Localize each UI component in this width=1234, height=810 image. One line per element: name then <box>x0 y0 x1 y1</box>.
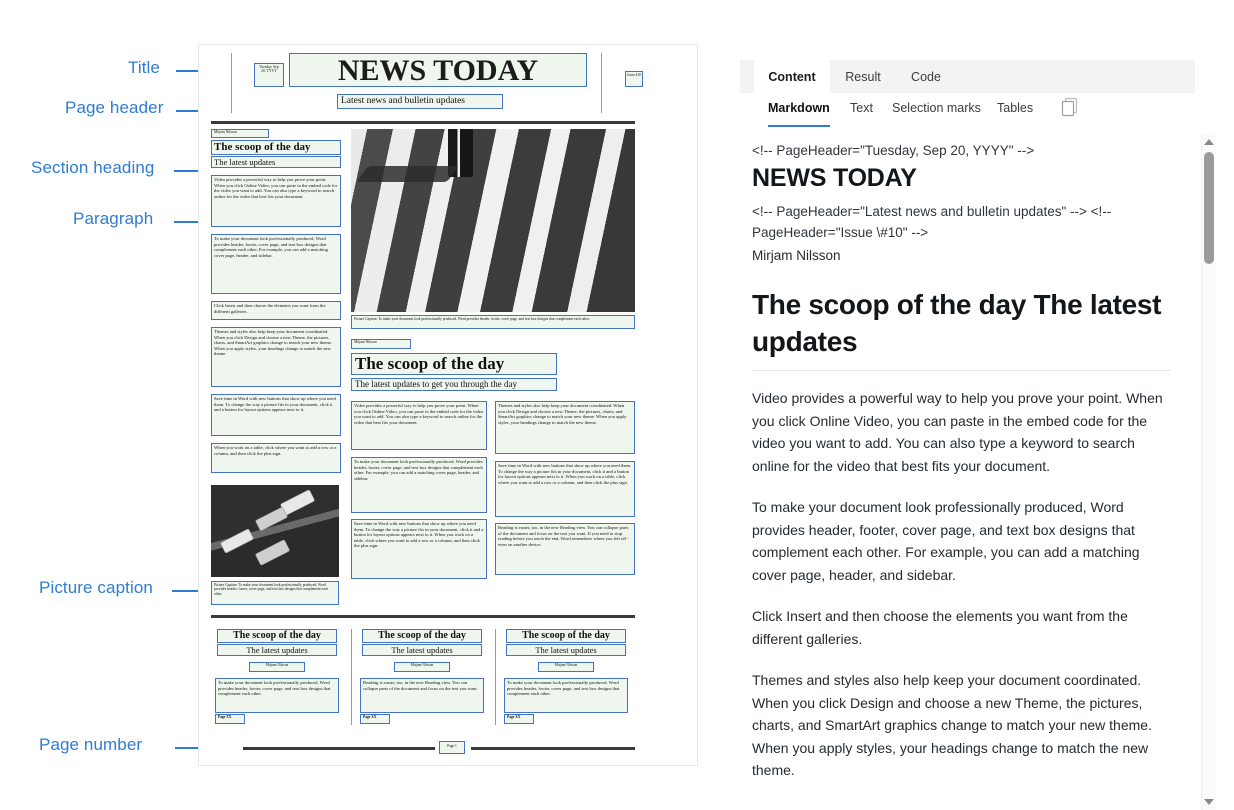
subtab-tables[interactable]: Tables <box>997 93 1033 123</box>
sub-tab-strip: Markdown Text Selection marks Tables <box>740 93 1195 129</box>
caret-up-icon <box>1204 139 1214 145</box>
document-page: Tuesday, Sep 20, YYYY NEWS TODAY Latest … <box>198 44 698 766</box>
tab-code[interactable]: Code <box>896 60 956 93</box>
subtab-text[interactable]: Text <box>850 93 873 123</box>
tab-content-label: Content <box>768 69 816 84</box>
doc-masthead-title: NEWS TODAY <box>289 53 587 87</box>
doc-section1-subheading: The latest updates <box>211 156 341 168</box>
doc-bottom-col3-author: Mirjam Nilsson <box>538 662 594 672</box>
doc-section2-right-paragraph-2: Save time in Word with new buttons that … <box>495 461 635 517</box>
subtab-markdown-label: Markdown <box>768 101 830 115</box>
doc-section2-heading: The scoop of the day <box>351 353 557 375</box>
doc-section1-paragraph-3: Click Insert and then choose the element… <box>211 301 341 320</box>
doc-bottom-col1-subheading: The latest updates <box>217 644 337 656</box>
doc-crosswalk-photo <box>351 129 635 312</box>
tab-result-label: Result <box>845 69 881 84</box>
annotated-document-preview: Title Page header Section heading Paragr… <box>0 0 740 810</box>
doc-bottom-col3-page-label: Page XX <box>504 714 534 724</box>
tab-strip: Content Result Code <box>740 60 1195 94</box>
doc-bottom-col1-author: Mirjam Nilsson <box>249 662 305 672</box>
masthead-left-rule <box>231 53 232 113</box>
markdown-content-scroll-area[interactable]: <!-- PageHeader="Tuesday, Sep 20, YYYY" … <box>740 134 1195 810</box>
content-scrollbar[interactable] <box>1201 134 1216 810</box>
doc-road-photo <box>211 485 339 577</box>
tab-code-label: Code <box>911 69 941 84</box>
scroll-down-button[interactable] <box>1203 796 1215 808</box>
annotation-label-page-header: Page header <box>65 98 164 117</box>
scroll-up-button[interactable] <box>1203 136 1215 148</box>
doc-section1-paragraph-6: When you work on a table, click where yo… <box>211 443 341 473</box>
doc-bottom-col3-subheading: The latest updates <box>506 644 626 656</box>
annotation-label-title: Title <box>128 58 160 77</box>
doc-column-rule-1 <box>351 629 352 725</box>
copy-icon[interactable] <box>1060 97 1080 124</box>
doc-bottom-col1-page-label: Page XX <box>215 714 245 724</box>
doc-section2-subheading: The latest updates to get you through th… <box>351 378 557 391</box>
tab-content[interactable]: Content <box>754 60 830 93</box>
markdown-paragraph-3: Click Insert and then choose the element… <box>752 608 1128 647</box>
doc-bottom-col2-author: Mirjam Nilsson <box>394 662 450 672</box>
markdown-comment-pageheader-date: <!-- PageHeader="Tuesday, Sep 20, YYYY" … <box>752 143 1035 158</box>
doc-section2-right-paragraph-3: Reading is easier, too, in the new Readi… <box>495 523 635 575</box>
markdown-paragraph-2: To make your document look professionall… <box>752 499 1140 583</box>
scrollbar-thumb[interactable] <box>1204 152 1214 264</box>
tab-result[interactable]: Result <box>830 60 896 93</box>
annotation-label-page-number: Page number <box>39 735 143 754</box>
doc-bottom-col2-subheading: The latest updates <box>362 644 482 656</box>
doc-header-date: Tuesday, Sep 20, YYYY <box>254 63 284 87</box>
markdown-paragraph-4: Themes and styles also help keep your do… <box>752 672 1152 778</box>
doc-section1-author: Mirjam Nilsson <box>211 129 269 138</box>
doc-header-issue: Issue #10 <box>625 71 643 87</box>
annotation-label-section-heading: Section heading <box>31 158 155 177</box>
doc-bottom-col2-body: Reading is easier, too, in the new Readi… <box>360 678 484 713</box>
doc-top-divider <box>211 121 635 124</box>
masthead-right-rule <box>601 53 602 113</box>
doc-bottom-col1-body: To make your document look professionall… <box>215 678 339 713</box>
doc-section1-paragraph-2: To make your document look professionall… <box>211 234 341 294</box>
doc-section2-picture-caption: Picture Caption: To make your document l… <box>211 581 339 605</box>
doc-column-rule-2 <box>495 629 496 725</box>
doc-bottom-col2-heading: The scoop of the day <box>362 629 482 643</box>
doc-footer-rule-left <box>243 747 435 750</box>
doc-bottom-col2-page-label: Page XX <box>360 714 390 724</box>
doc-section1-paragraph-5: Save time in Word with new buttons that … <box>211 394 341 436</box>
subtab-text-label: Text <box>850 101 873 115</box>
markdown-h2-scoop: The scoop of the day The latest updates <box>752 289 1162 357</box>
doc-bottom-col3-heading: The scoop of the day <box>506 629 626 643</box>
markdown-author: Mirjam Nilsson <box>752 248 841 263</box>
doc-section1-heading: The scoop of the day <box>211 140 341 155</box>
markdown-h1-news-today: NEWS TODAY <box>752 164 917 192</box>
subtab-selection-marks[interactable]: Selection marks <box>892 93 981 123</box>
markdown-paragraph-1: Video provides a powerful way to help yo… <box>752 390 1163 474</box>
markdown-content: <!-- PageHeader="Tuesday, Sep 20, YYYY" … <box>740 134 1195 782</box>
doc-section2-author: Mirjam Nilsson <box>351 339 411 349</box>
doc-section1-paragraph-4: Themes and styles also help keep your do… <box>211 327 341 387</box>
doc-section2-left-paragraph-2: To make your document look professionall… <box>351 457 487 513</box>
doc-section1-paragraph-1: Video provides a powerful way to help yo… <box>211 175 341 227</box>
doc-footer-page-number: Page 1 <box>439 741 465 754</box>
doc-section2-left-paragraph-3: Save time in Word with new buttons that … <box>351 519 487 579</box>
results-panel: Content Result Code Markdown Text Select… <box>740 42 1234 810</box>
subtab-selection-marks-label: Selection marks <box>892 101 981 115</box>
subtab-markdown[interactable]: Markdown <box>768 93 830 127</box>
doc-section1-picture-caption: Picture Caption: To make your document l… <box>351 315 635 329</box>
doc-section2-right-paragraph-1: Themes and styles also help keep your do… <box>495 401 635 454</box>
annotation-label-paragraph: Paragraph <box>73 209 154 228</box>
doc-footer-rule-right <box>471 747 635 750</box>
caret-down-icon <box>1204 799 1214 805</box>
markdown-comment-pageheader-subtitle-issue: <!-- PageHeader="Latest news and bulleti… <box>752 204 1112 240</box>
doc-bottom-divider <box>211 615 635 618</box>
doc-bottom-col1-heading: The scoop of the day <box>217 629 337 643</box>
doc-bottom-col3-body: To make your document look professionall… <box>504 678 628 713</box>
markdown-heading-rule <box>752 370 1171 371</box>
doc-header-subtitle: Latest news and bulletin updates <box>337 94 503 109</box>
doc-section2-left-paragraph-1: Video provides a powerful way to help yo… <box>351 401 487 450</box>
subtab-tables-label: Tables <box>997 101 1034 115</box>
annotation-label-picture-caption: Picture caption <box>39 578 153 597</box>
